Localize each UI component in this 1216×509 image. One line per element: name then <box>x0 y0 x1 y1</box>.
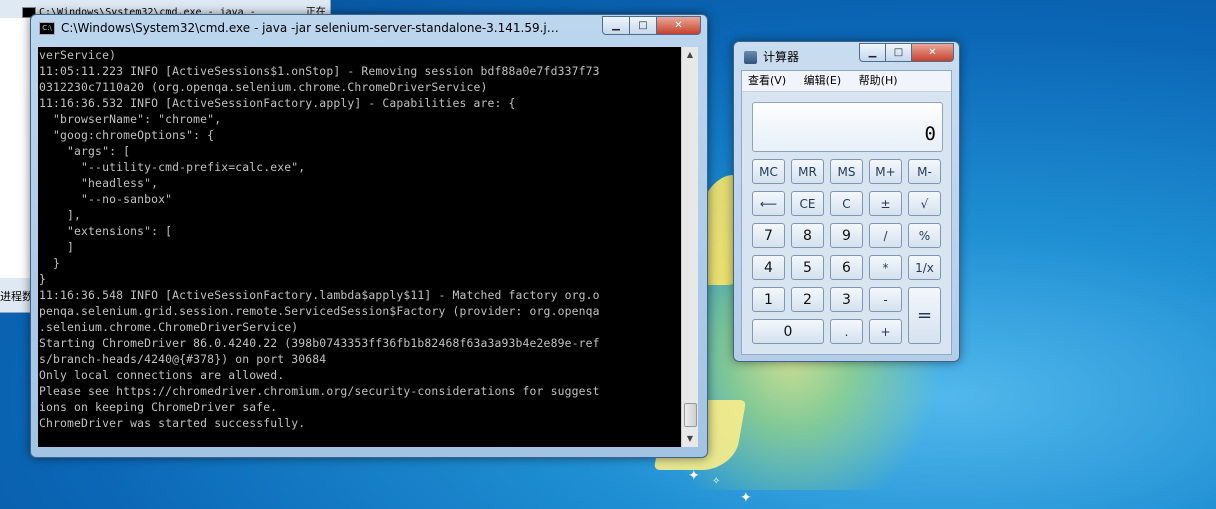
key-mminus-button[interactable]: M- <box>908 159 941 184</box>
calculator-caption-buttons: ▁ □ ✕ <box>859 43 954 62</box>
close-button[interactable]: ✕ <box>912 43 954 62</box>
background-status: 进程数 <box>0 290 33 303</box>
key-7-button[interactable]: 7 <box>752 223 785 248</box>
key-6-button[interactable]: 6 <box>830 255 863 280</box>
key-sqrt-button[interactable]: √ <box>908 191 941 216</box>
key-back-button[interactable]: ⟵ <box>752 191 785 216</box>
key-8-button[interactable]: 8 <box>791 223 824 248</box>
sparkle-icon: ✦ <box>740 490 752 506</box>
console-scrollbar[interactable]: ▲ ▼ <box>681 47 698 447</box>
key-4-button[interactable]: 4 <box>752 255 785 280</box>
maximize-button[interactable]: □ <box>630 16 657 35</box>
key-5-button[interactable]: 5 <box>791 255 824 280</box>
close-button[interactable]: ✕ <box>657 16 701 35</box>
scrollbar-thumb[interactable] <box>684 403 697 427</box>
maximize-button[interactable]: □ <box>886 43 912 62</box>
minimize-button[interactable]: ▁ <box>859 43 886 62</box>
console-text: verService) 11:05:11.223 INFO [ActiveSes… <box>39 48 600 430</box>
menu-view[interactable]: 查看(V) <box>748 71 786 91</box>
sparkle-icon: ✧ <box>712 476 721 487</box>
menu-help[interactable]: 帮助(H) <box>859 71 898 91</box>
console-output[interactable]: verService) 11:05:11.223 INFO [ActiveSes… <box>38 47 681 447</box>
cmd-window-title[interactable]: C:\ C:\Windows\System32\cmd.exe - java -j… <box>39 21 559 39</box>
key-sub-button[interactable]: - <box>869 287 902 312</box>
cmd-window[interactable]: C:\ C:\Windows\System32\cmd.exe - java -j… <box>30 14 708 458</box>
key-2-button[interactable]: 2 <box>791 287 824 312</box>
key-pct-button[interactable]: % <box>908 223 941 248</box>
calculator-window[interactable]: 计算器 ▁ □ ✕ 查看(V) 编辑(E) 帮助(H) 0 MC MR MS M+ M-… <box>733 41 960 362</box>
minimize-button[interactable]: ▁ <box>602 16 630 35</box>
key-c-button[interactable]: C <box>830 191 863 216</box>
key-mr-button[interactable]: MR <box>791 159 824 184</box>
key-mplus-button[interactable]: M+ <box>869 159 902 184</box>
scroll-down-arrow-icon[interactable]: ▼ <box>682 431 698 447</box>
key-mul-button[interactable]: * <box>869 255 902 280</box>
calculator-display: 0 <box>752 102 943 152</box>
scroll-up-arrow-icon[interactable]: ▲ <box>682 47 698 63</box>
key-ms-button[interactable]: MS <box>830 159 863 184</box>
background-list <box>0 18 31 278</box>
calculator-icon <box>744 51 757 64</box>
key-mc-button[interactable]: MC <box>752 159 785 184</box>
key-1-button[interactable]: 1 <box>752 287 785 312</box>
cmd-icon: C:\ <box>39 22 55 35</box>
calculator-menubar: 查看(V) 编辑(E) 帮助(H) <box>742 71 951 92</box>
key-3-button[interactable]: 3 <box>830 287 863 312</box>
key-plusminus-button[interactable]: ± <box>869 191 902 216</box>
cmd-caption-buttons: ▁ □ ✕ <box>602 16 701 35</box>
key-dot-button[interactable]: . <box>830 319 863 344</box>
key-eq-button[interactable]: = <box>908 287 941 344</box>
display-value: 0 <box>924 123 936 145</box>
key-9-button[interactable]: 9 <box>830 223 863 248</box>
key-recip-button[interactable]: 1/x <box>908 255 941 280</box>
calculator-window-title[interactable]: 计算器 <box>744 48 799 65</box>
key-0-button[interactable]: 0 <box>752 319 824 344</box>
key-ce-button[interactable]: CE <box>791 191 824 216</box>
key-add-button[interactable]: + <box>869 319 902 344</box>
key-div-button[interactable]: / <box>869 223 902 248</box>
menu-edit[interactable]: 编辑(E) <box>804 71 842 91</box>
calculator-body: 查看(V) 编辑(E) 帮助(H) 0 MC MR MS M+ M- ⟵ CE C ± √ 7 8 9/… <box>741 70 952 355</box>
sparkle-icon: ✦ <box>688 468 700 484</box>
